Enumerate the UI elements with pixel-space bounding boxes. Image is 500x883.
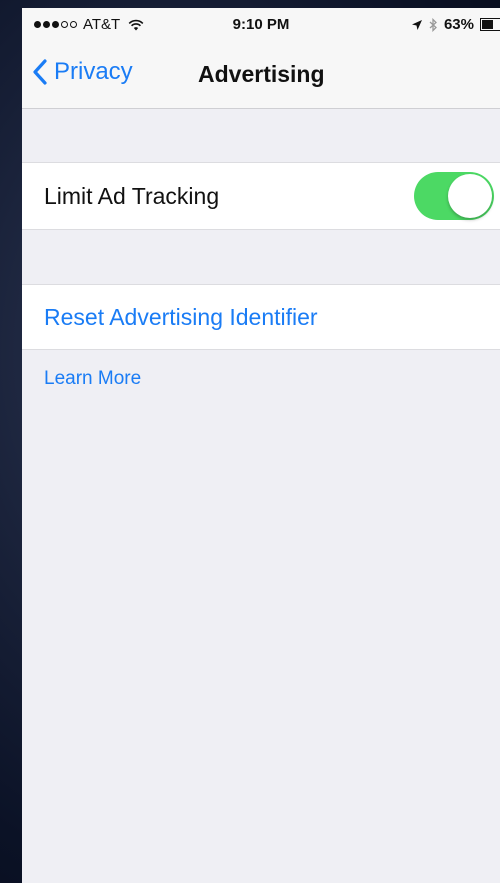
battery-percent: 63%	[443, 16, 474, 33]
limit-ad-tracking-toggle[interactable]	[414, 172, 494, 220]
reset-advertising-identifier-button[interactable]: Reset Advertising Identifier	[44, 304, 318, 331]
phone-screen: AT&T 9:10 PM 63% Privacy Advertising Lim…	[22, 8, 500, 883]
location-arrow-icon	[411, 19, 422, 30]
status-right: 63%	[411, 16, 500, 33]
learn-more-link[interactable]: Learn More	[44, 368, 141, 390]
back-button-label: Privacy	[54, 58, 133, 85]
bluetooth-icon	[429, 17, 437, 32]
reset-advertising-identifier-row[interactable]: Reset Advertising Identifier	[22, 284, 500, 350]
limit-ad-tracking-row: Limit Ad Tracking	[22, 162, 500, 230]
page-title: Advertising	[198, 61, 325, 87]
toggle-knob	[448, 174, 492, 218]
back-button[interactable]: Privacy	[32, 58, 133, 86]
status-bar: AT&T 9:10 PM 63%	[22, 8, 500, 44]
battery-icon	[480, 18, 500, 31]
chevron-left-icon	[33, 59, 47, 85]
limit-ad-tracking-label: Limit Ad Tracking	[44, 183, 220, 209]
battery-fill	[482, 20, 493, 29]
navigation-bar: Privacy Advertising	[22, 44, 500, 109]
